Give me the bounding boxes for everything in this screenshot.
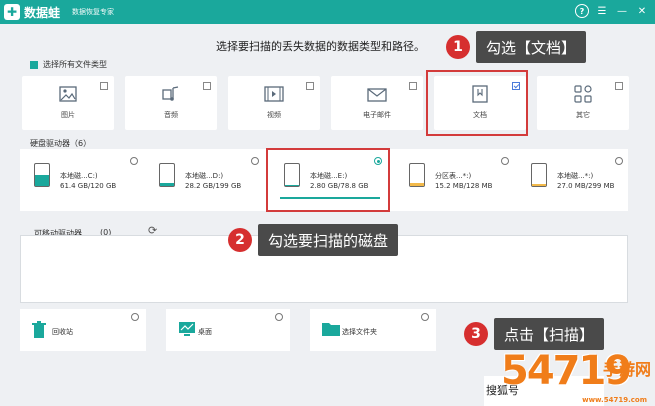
frog-logo-icon: ✚	[4, 4, 20, 20]
file-type-label: 其它	[576, 111, 590, 119]
drive-usage-fill	[532, 183, 546, 186]
site-watermark: 54719 手游网 www.54719.com	[501, 348, 651, 404]
file-type-email[interactable]: 电子邮件	[331, 76, 423, 130]
drive-radio[interactable]	[251, 157, 259, 165]
video-checkbox[interactable]	[306, 82, 314, 90]
audio-icon	[160, 84, 182, 104]
drive-name: 本地磁...*:)	[557, 172, 594, 180]
drive-name: 本地磁...D:)	[185, 172, 224, 180]
folder-icon	[322, 321, 340, 338]
file-type-image[interactable]: 图片	[22, 76, 114, 130]
file-type-audio[interactable]: 音频	[125, 76, 217, 130]
app-subtitle: 数据恢复专家	[72, 8, 115, 16]
menu-icon[interactable]: ☰	[595, 4, 609, 18]
drive-icon	[409, 163, 425, 187]
image-icon	[57, 84, 79, 104]
image-checkbox[interactable]	[100, 82, 108, 90]
drive-c[interactable]: 本地磁...C:) 61.4 GB/120 GB	[20, 149, 145, 211]
callout-step-2: 2 勾选要扫描的磁盘	[228, 224, 399, 256]
drive-icon	[531, 163, 547, 187]
highlight-document-card	[426, 70, 528, 136]
close-icon[interactable]: ✕	[635, 4, 649, 18]
drive-size: 28.2 GB/199 GB	[185, 182, 242, 190]
select-all-checkbox[interactable]: 选择所有文件类型	[30, 59, 107, 70]
select-all-label: 选择所有文件类型	[43, 60, 107, 69]
minimize-icon[interactable]: —	[615, 4, 629, 18]
audio-checkbox[interactable]	[203, 82, 211, 90]
step-text: 勾选要扫描的磁盘	[258, 224, 399, 256]
location-label: 回收站	[52, 328, 73, 336]
location-desktop[interactable]: 桌面	[166, 309, 290, 351]
recycle-bin-icon	[32, 321, 46, 341]
file-type-label: 视频	[267, 111, 281, 119]
file-type-label: 图片	[61, 111, 75, 119]
drive-usage-fill	[160, 182, 174, 186]
drive-size: 27.0 MB/299 MB	[557, 182, 615, 190]
callout-step-1: 1 勾选【文档】	[446, 31, 587, 63]
file-type-video[interactable]: 视频	[228, 76, 320, 130]
location-folder[interactable]: 选择文件夹	[310, 309, 436, 351]
drive-icon	[34, 163, 50, 187]
drive-size: 61.4 GB/120 GB	[60, 182, 117, 190]
step-badge: 1	[446, 35, 470, 59]
drive-icon	[159, 163, 175, 187]
drive-d[interactable]: 本地磁...D:) 28.2 GB/199 GB	[145, 149, 267, 211]
drive-local[interactable]: 本地磁...*:) 27.0 MB/299 MB	[517, 149, 628, 211]
location-recycle-bin[interactable]: 回收站	[20, 309, 146, 351]
step-text: 勾选【文档】	[476, 31, 587, 63]
drive-radio[interactable]	[615, 157, 623, 165]
location-label: 桌面	[198, 328, 212, 336]
drive-name: 本地磁...C:)	[60, 172, 98, 180]
desktop-icon	[178, 321, 196, 339]
help-icon[interactable]: ?	[575, 4, 589, 18]
app-name: 数据蛙	[24, 5, 61, 20]
page-title: 选择要扫描的丢失数据的数据类型和路径。	[216, 40, 425, 53]
location-radio[interactable]	[421, 313, 429, 321]
app-logo: ✚ 数据蛙	[4, 4, 60, 21]
drive-usage-fill	[410, 183, 424, 186]
video-icon	[263, 84, 285, 104]
watermark-url: www.54719.com	[582, 396, 647, 404]
hard-drives-label: 硬盘驱动器（6）	[30, 139, 92, 148]
drive-usage-fill	[35, 175, 49, 186]
file-type-other[interactable]: 其它	[537, 76, 629, 130]
title-bar: ✚ 数据蛙 数据恢复专家 ? ☰ — ✕	[0, 0, 655, 24]
drive-partition[interactable]: 分区表...*:) 15.2 MB/128 MB	[395, 149, 517, 211]
step-badge: 2	[228, 228, 252, 252]
watermark-text: 手游网	[602, 360, 651, 379]
select-all-box[interactable]	[30, 60, 38, 69]
file-type-label: 音频	[164, 111, 178, 119]
location-label: 选择文件夹	[342, 328, 377, 336]
step-text: 点击【扫描】	[494, 318, 605, 350]
file-type-label: 电子邮件	[363, 111, 391, 119]
drive-size: 15.2 MB/128 MB	[435, 182, 493, 190]
email-checkbox[interactable]	[409, 82, 417, 90]
drive-radio[interactable]	[501, 157, 509, 165]
step-badge: 3	[464, 322, 488, 346]
email-icon	[366, 84, 388, 104]
location-radio[interactable]	[131, 313, 139, 321]
drive-radio[interactable]	[130, 157, 138, 165]
other-checkbox[interactable]	[615, 82, 623, 90]
highlight-drive-e	[266, 148, 390, 212]
callout-step-3: 3 点击【扫描】	[464, 318, 605, 350]
location-radio[interactable]	[275, 313, 283, 321]
other-icon	[572, 84, 594, 104]
drive-name: 分区表...*:)	[435, 172, 472, 180]
